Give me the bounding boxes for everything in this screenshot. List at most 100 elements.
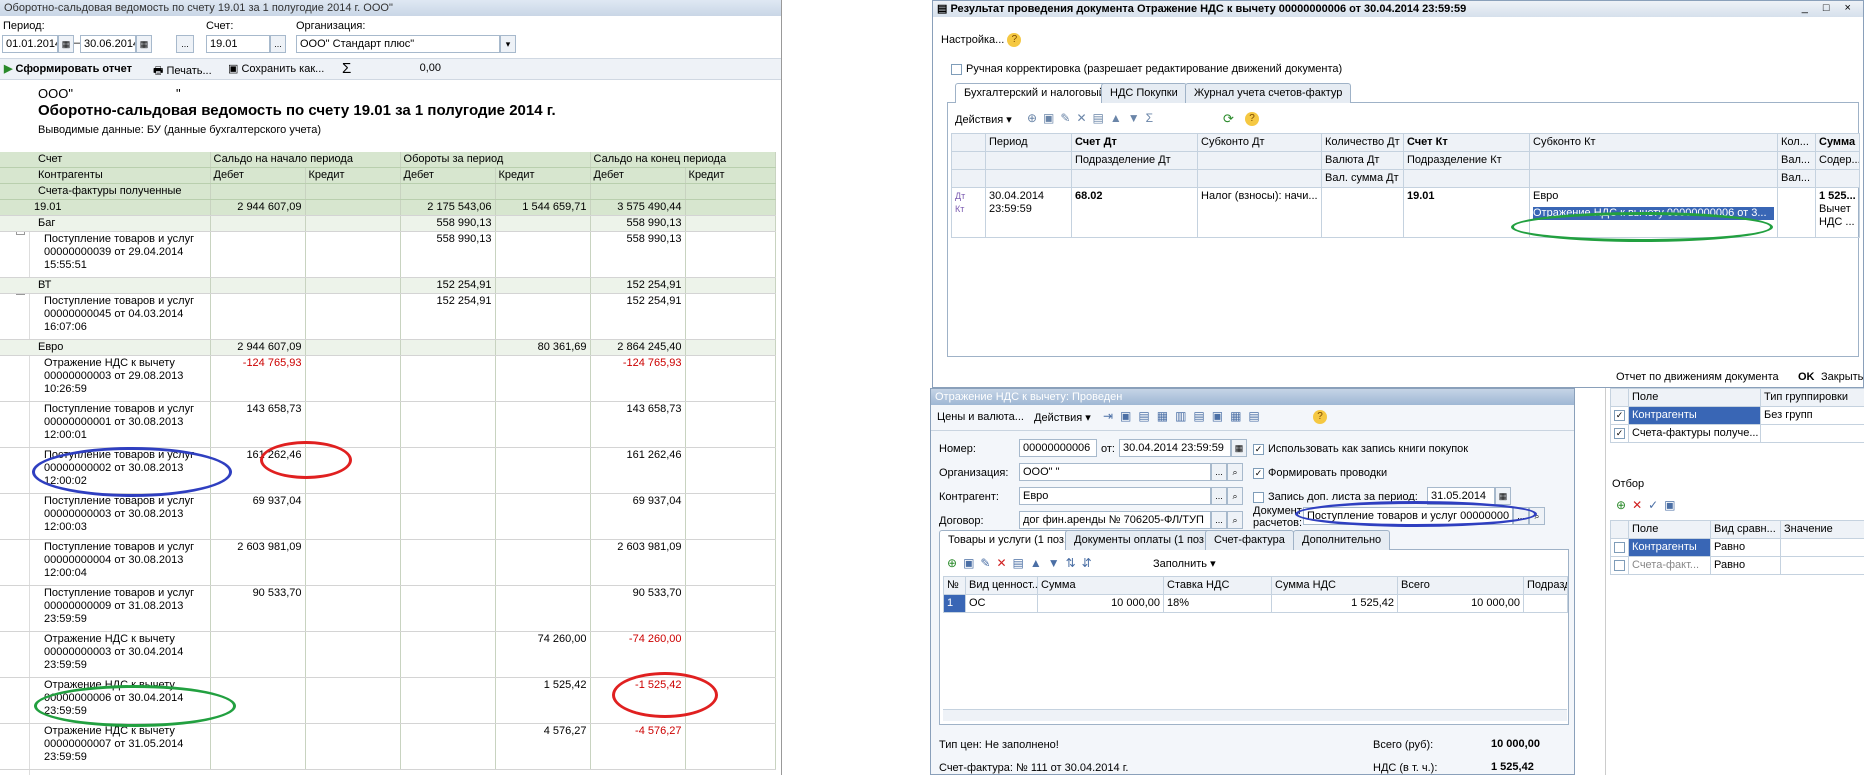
- tab-payments[interactable]: Документы оплаты (1 поз.): [1065, 530, 1220, 550]
- tab-invoice[interactable]: Счет-фактура: [1205, 530, 1294, 550]
- org-select-button[interactable]: ...: [1211, 463, 1227, 481]
- report-document-row[interactable]: Отражение НДС к вычету 00000000003 от 30…: [0, 631, 776, 678]
- col-qty-dt: Количество Дт: [1321, 133, 1404, 152]
- help-icon[interactable]: ?: [1007, 33, 1022, 47]
- col-content: Содер...: [1815, 151, 1860, 170]
- contract-select-button[interactable]: ...: [1211, 511, 1227, 529]
- ok-button[interactable]: OK: [1798, 371, 1815, 383]
- subconto-invoice-link[interactable]: Отражение НДС к вычету 00000000006 от 3.…: [1533, 207, 1774, 220]
- grouping-row[interactable]: ✓ Контрагенты Без групп: [1610, 406, 1864, 425]
- actions-menu[interactable]: Действия ▾: [955, 113, 1012, 126]
- doc-actions-menu[interactable]: Действия ▾: [1034, 411, 1091, 424]
- help-icon[interactable]: ?: [1245, 112, 1259, 126]
- org-field[interactable]: ООО" ": [1019, 463, 1211, 481]
- filter-row[interactable]: Счета-факт... Равно: [1610, 556, 1864, 575]
- period-to-field[interactable]: 30.06.2014: [80, 35, 136, 53]
- filter-toolbar-icons[interactable]: ⊕✕✓▣: [1616, 498, 1682, 512]
- account-field[interactable]: 19.01: [206, 35, 270, 53]
- account-select-button[interactable]: ...: [270, 35, 286, 53]
- goods-row[interactable]: 1 ОС 10 000,00 18% 1 525,42 10 000,00: [943, 594, 1568, 613]
- agent-select-button[interactable]: ...: [1211, 487, 1227, 505]
- cell-name: Евро: [0, 339, 211, 356]
- cell-od: 2 944 607,09: [210, 199, 306, 216]
- search-icon[interactable]: ⌕: [1529, 507, 1545, 525]
- report-document-row[interactable]: Поступление товаров и услуг 00000000002 …: [0, 447, 776, 494]
- report-document-row[interactable]: Поступление товаров и услуг 00000000039 …: [0, 231, 776, 278]
- agent-label: Контрагент:: [939, 491, 999, 503]
- prices-currency-button[interactable]: Цены и валюта...: [937, 411, 1024, 423]
- print-button[interactable]: 🖶 Печать...: [153, 62, 212, 81]
- chevron-down-icon[interactable]: ▾: [500, 35, 516, 53]
- tab-vat-purchases[interactable]: НДС Покупки: [1101, 83, 1187, 103]
- report-group-row[interactable]: Евро 2 944 607,09 80 361,69 2 864 245,40: [0, 339, 776, 356]
- invoice-info[interactable]: Счет-фактура: № 111 от 30.04.2014 г.: [939, 762, 1128, 774]
- tab-additional[interactable]: Дополнительно: [1293, 530, 1391, 550]
- use-book-checkbox[interactable]: ✓ Использовать как запись книги покупок: [1253, 443, 1468, 455]
- filter-checkbox[interactable]: [1614, 541, 1625, 553]
- grid-toolbar-icons[interactable]: ⊕▣✎✕▤▲▼Σ: [1027, 111, 1159, 125]
- report-document-row[interactable]: Поступление товаров и услуг 00000000004 …: [0, 539, 776, 586]
- report-document-row[interactable]: Поступление товаров и услуг 00000000001 …: [0, 401, 776, 448]
- fill-menu[interactable]: Заполнить ▾: [1153, 557, 1216, 570]
- cell-td: [400, 631, 496, 678]
- doc-toolbar-icons[interactable]: ⇥▣▤▦▥▤▣▦▤: [1103, 409, 1267, 423]
- settings-button[interactable]: Настройка... ?: [941, 33, 1022, 47]
- manual-correction-checkbox[interactable]: Ручная корректировка (разрешает редактир…: [951, 63, 1342, 75]
- search-icon[interactable]: ⌕: [1227, 487, 1243, 505]
- cell-od: 90 533,70: [210, 585, 306, 632]
- movement-row[interactable]: Дт Кт 30.04.2014 23:59:59 68.02 Налог (вз…: [951, 187, 1860, 238]
- filter-row[interactable]: Контрагенты Равно: [1610, 538, 1864, 557]
- contract-field[interactable]: дог фин.аренды № 706205-ФЛ/ТУП: [1019, 511, 1211, 529]
- period-from-field[interactable]: 01.01.2014: [2, 35, 58, 53]
- org-label: Организация:: [939, 467, 1009, 479]
- org-field[interactable]: ООО" Стандарт плюс": [296, 35, 500, 53]
- report-document-row[interactable]: Отражение НДС к вычету 00000000007 от 31…: [0, 723, 776, 770]
- report-document-row[interactable]: Отражение НДС к вычету 00000000006 от 30…: [0, 677, 776, 724]
- horizontal-scrollbar[interactable]: [943, 709, 1567, 721]
- report-group-row[interactable]: ВТ 152 254,91 152 254,91: [0, 277, 776, 294]
- tab-goods[interactable]: Товары и услуги (1 поз.): [939, 530, 1080, 550]
- cell-cc: [685, 277, 776, 294]
- grouping-row[interactable]: ✓ Счета-фактуры получе...: [1610, 424, 1864, 443]
- report-document-row[interactable]: Отражение НДС к вычету 00000000003 от 29…: [0, 355, 776, 402]
- calendar-icon[interactable]: ▦: [1495, 487, 1511, 505]
- report-document-row[interactable]: Поступление товаров и услуг 00000000045 …: [0, 293, 776, 340]
- make-entries-checkbox[interactable]: ✓ Формировать проводки: [1253, 467, 1387, 479]
- period-select-button[interactable]: ...: [176, 35, 194, 53]
- cell-debit-account: 68.02: [1071, 187, 1198, 238]
- generate-report-button[interactable]: ▶ Сформировать отчет: [4, 62, 132, 75]
- close-button[interactable]: Закрыть: [1821, 371, 1863, 383]
- refresh-icon[interactable]: ⟳: [1223, 111, 1234, 127]
- date-field[interactable]: 30.04.2014 23:59:59: [1119, 439, 1231, 457]
- cell-od: 143 658,73: [210, 401, 306, 448]
- report-movements-link[interactable]: Отчет по движениям документа: [1616, 371, 1779, 383]
- grouping-checkbox[interactable]: ✓: [1614, 409, 1625, 421]
- calendar-icon[interactable]: ▦: [58, 35, 74, 53]
- lines-toolbar-icons[interactable]: ⊕▣✎✕▤▲▼⇅⇵: [947, 556, 1098, 570]
- settlement-select-button[interactable]: ...: [1513, 507, 1529, 525]
- number-field[interactable]: 00000000006: [1019, 439, 1097, 457]
- report-total-row[interactable]: 19.01 2 944 607,09 2 175 543,06 1 544 659,7…: [0, 199, 776, 216]
- grouping-checkbox[interactable]: ✓: [1614, 427, 1625, 439]
- cell-oc: [305, 277, 401, 294]
- cell-tc: [495, 447, 591, 494]
- report-document-row[interactable]: Поступление товаров и услуг 00000000009 …: [0, 585, 776, 632]
- extra-sheet-checkbox[interactable]: Запись доп. листа за период:: [1253, 491, 1418, 503]
- extra-sheet-date[interactable]: 31.05.2014: [1427, 487, 1495, 505]
- save-as-button[interactable]: ▣ Сохранить как...: [228, 62, 324, 75]
- report-group-row[interactable]: Баг 558 990,13 558 990,13: [0, 215, 776, 232]
- calendar-icon[interactable]: ▦: [136, 35, 152, 53]
- help-icon[interactable]: ?: [1313, 410, 1327, 424]
- search-icon[interactable]: ⌕: [1227, 511, 1243, 529]
- output-data: Выводимые данные: БУ (данные бухгалтерск…: [38, 124, 321, 136]
- col-subconto-dt: Субконто Дт: [1197, 133, 1322, 152]
- settlement-doc-field[interactable]: Поступление товаров и услуг 00000000: [1303, 507, 1513, 525]
- tab-invoice-journal[interactable]: Журнал учета счетов-фактур: [1185, 83, 1352, 103]
- report-document-row[interactable]: Поступление товаров и услуг 00000000003 …: [0, 493, 776, 540]
- search-icon[interactable]: ⌕: [1227, 463, 1243, 481]
- calendar-icon[interactable]: ▦: [1231, 439, 1247, 457]
- filter-checkbox[interactable]: [1614, 559, 1625, 571]
- total-label: Всего (руб):: [1373, 739, 1434, 751]
- agent-field[interactable]: Евро: [1019, 487, 1211, 505]
- window-controls[interactable]: _ □ ×: [1802, 2, 1857, 14]
